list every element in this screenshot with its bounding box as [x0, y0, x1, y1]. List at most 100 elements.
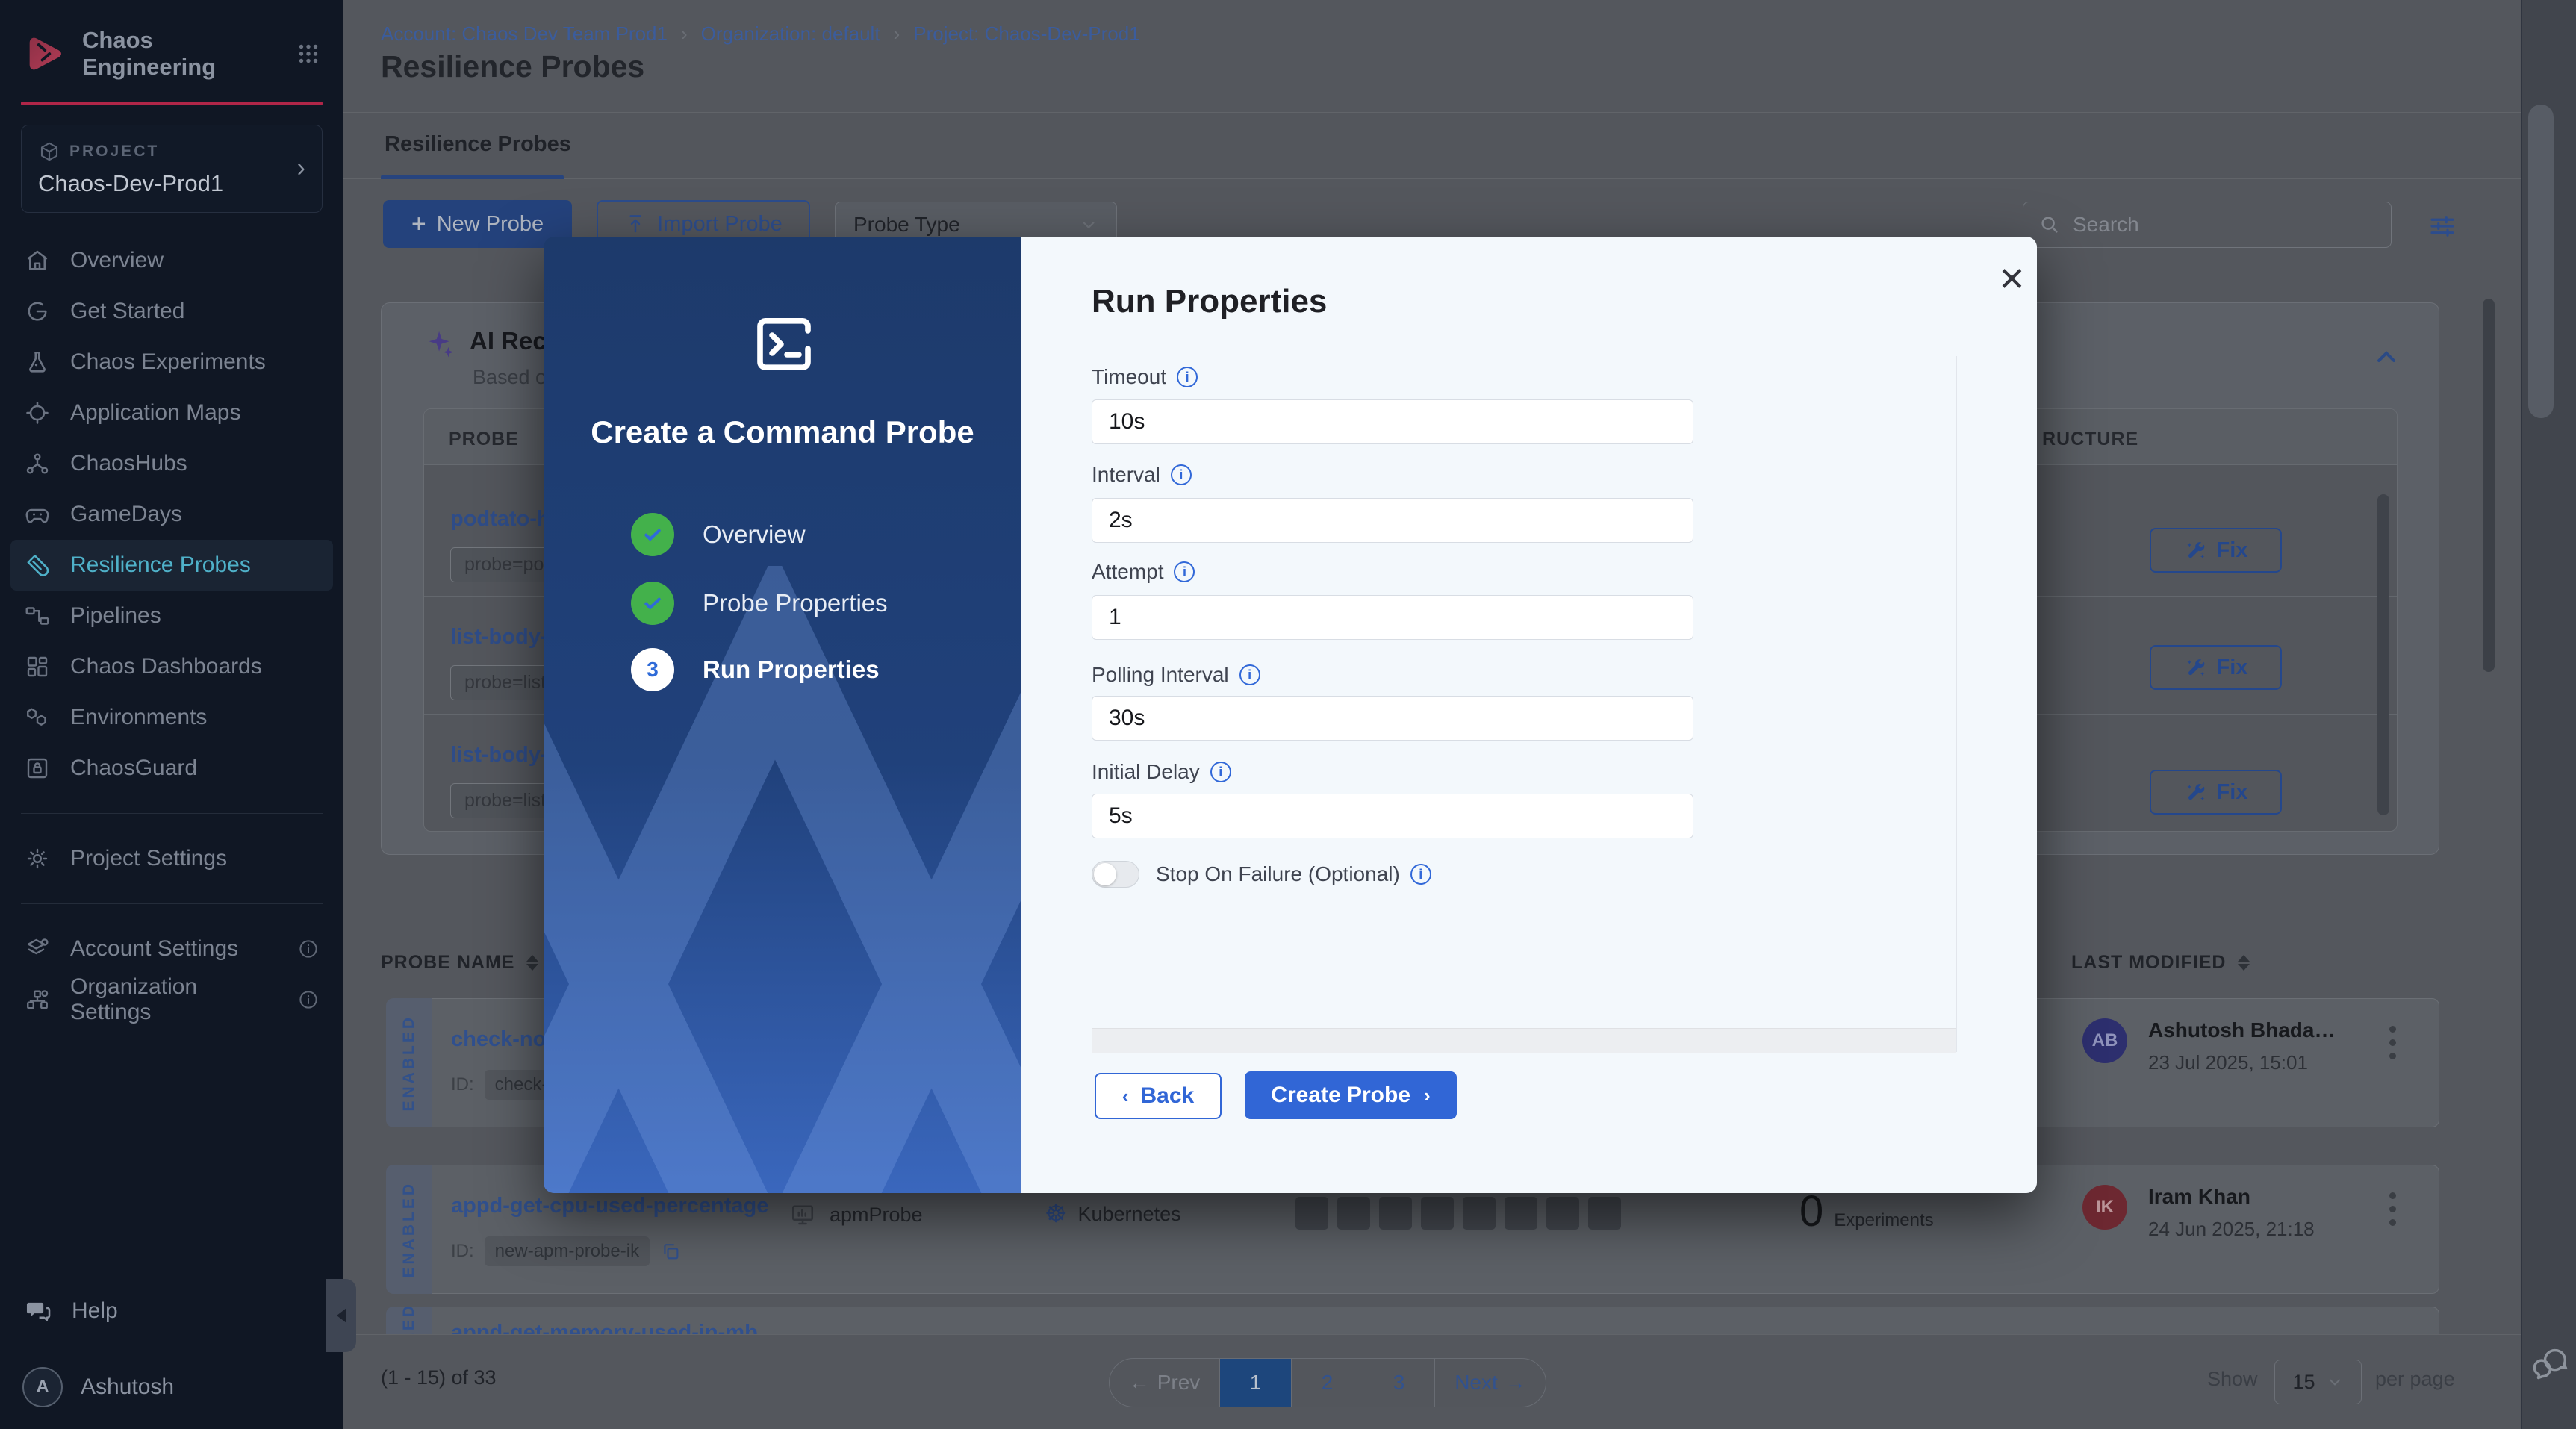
- probe-id: ID: check-: [451, 1070, 559, 1100]
- row-menu-button[interactable]: [2389, 1192, 2396, 1226]
- sidebar-item-chaosguard[interactable]: ChaosGuard: [10, 743, 333, 794]
- last-modified-cell: IK Iram Khan 24 Jun 2025, 21:18: [2082, 1185, 2315, 1241]
- sidebar-item-account-settings[interactable]: Account Settings: [10, 924, 333, 974]
- info-icon[interactable]: [297, 938, 320, 960]
- module-grid-icon[interactable]: [294, 40, 323, 68]
- upload-icon: [624, 213, 647, 235]
- scrollbar-thumb[interactable]: [2377, 494, 2389, 815]
- prev-page-button[interactable]: ← Prev: [1110, 1359, 1220, 1407]
- terminal-icon: [747, 308, 821, 380]
- search-input[interactable]: [2073, 213, 2376, 237]
- copy-icon[interactable]: [660, 1241, 681, 1262]
- chevron-up-icon[interactable]: [2371, 342, 2401, 372]
- probe-id: ID: new-apm-probe-ik: [451, 1236, 681, 1266]
- filter-sliders-icon[interactable]: [2427, 211, 2458, 242]
- chevron-right-icon: ›: [296, 154, 305, 182]
- next-page-button[interactable]: Next →: [1435, 1359, 1546, 1407]
- sidebar-collapse-handle[interactable]: [326, 1279, 356, 1352]
- search-box: [2023, 202, 2392, 248]
- support-chat-icon[interactable]: [2533, 1344, 2572, 1383]
- sidebar-item-environments[interactable]: Environments: [10, 692, 333, 743]
- help-button[interactable]: ? Help: [0, 1287, 343, 1335]
- arrow-right-icon: →: [1505, 1371, 1526, 1394]
- sidebar-item-label: Account Settings: [70, 936, 239, 961]
- polling-interval-input[interactable]: [1092, 696, 1693, 741]
- project-name: Chaos-Dev-Prod1: [38, 170, 224, 196]
- chevron-down-icon: [2326, 1373, 2344, 1391]
- sidebar-item-label: Application Maps: [70, 400, 241, 425]
- sidebar-item-label: Resilience Probes: [70, 552, 251, 577]
- gear-icon: [24, 845, 51, 872]
- sidebar-item-project-settings[interactable]: Project Settings: [10, 833, 333, 884]
- user-menu[interactable]: A Ashutosh: [0, 1363, 343, 1411]
- page-button-1[interactable]: 1: [1220, 1359, 1292, 1407]
- row-menu-button[interactable]: [2389, 1026, 2396, 1059]
- info-icon[interactable]: i: [1170, 464, 1192, 485]
- interval-input[interactable]: [1092, 498, 1693, 543]
- timeout-input[interactable]: [1092, 399, 1693, 444]
- sidebar-item-resilience-probes[interactable]: Resilience Probes: [10, 540, 333, 591]
- sidebar-item-label: Overview: [70, 248, 164, 273]
- attempt-input[interactable]: [1092, 595, 1693, 640]
- column-header-probe-name[interactable]: PROBE NAME: [381, 952, 539, 974]
- page-size-select[interactable]: 15: [2274, 1360, 2362, 1404]
- sidebar-item-label: Environments: [70, 705, 208, 729]
- probe-name-link[interactable]: appd-get-cpu-used-percentage: [451, 1194, 768, 1218]
- probe-name-link[interactable]: check-nol: [451, 1027, 552, 1052]
- ai-probe-link[interactable]: podtato-h: [450, 507, 550, 532]
- fix-button[interactable]: Fix: [2150, 528, 2282, 573]
- probe-type-cell: apmProbe: [789, 1201, 923, 1228]
- ai-probe-link[interactable]: list-body-: [450, 743, 548, 768]
- breadcrumb-organization[interactable]: Organization: default: [701, 22, 880, 46]
- stop-on-failure-toggle[interactable]: [1092, 861, 1139, 888]
- sidebar-item-pipelines[interactable]: Pipelines: [10, 591, 333, 641]
- sidebar-item-organization-settings[interactable]: Organization Settings: [10, 974, 333, 1025]
- wizard-step-overview[interactable]: Overview: [631, 513, 806, 556]
- info-icon[interactable]: i: [1239, 664, 1260, 685]
- scrollbar-thumb[interactable]: [2528, 105, 2554, 418]
- initial-delay-input[interactable]: [1092, 794, 1693, 838]
- sidebar-item-get-started[interactable]: Get Started: [10, 286, 333, 337]
- breadcrumb-account[interactable]: Account: Chaos Dev Team Prod1: [381, 22, 668, 46]
- form-scroll-track[interactable]: [1956, 356, 1979, 1052]
- sidebar-item-chaos-dashboards[interactable]: Chaos Dashboards: [10, 641, 333, 692]
- sidebar-item-gamedays[interactable]: GameDays: [10, 489, 333, 540]
- tab-resilience-probes[interactable]: Resilience Probes: [385, 132, 571, 157]
- sidebar-item-chaoshubs[interactable]: ChaosHubs: [10, 438, 333, 489]
- page-button-2[interactable]: 2: [1292, 1359, 1363, 1407]
- sidebar-item-overview[interactable]: Overview: [10, 235, 333, 286]
- wrench-sparkle-icon: [2184, 780, 2208, 804]
- last-modified-cell: AB Ashutosh Bhada… 23 Jul 2025, 15:01: [2082, 1018, 2335, 1074]
- info-icon[interactable]: [297, 989, 320, 1011]
- fix-button[interactable]: Fix: [2150, 770, 2282, 815]
- gamepad-icon: [24, 501, 51, 528]
- info-icon[interactable]: i: [1410, 864, 1431, 885]
- ai-probe-link[interactable]: list-body-: [450, 625, 548, 650]
- sidebar-bottom: ? Help A Ashutosh: [0, 1260, 343, 1429]
- close-icon[interactable]: ✕: [1998, 264, 2026, 296]
- create-probe-button[interactable]: Create Probe ›: [1245, 1071, 1457, 1119]
- page-button-3[interactable]: 3: [1363, 1359, 1435, 1407]
- sidebar: Chaos Engineering PROJECT Chaos-Dev-Prod…: [0, 0, 343, 1429]
- sidebar-item-application-maps[interactable]: Application Maps: [10, 387, 333, 438]
- wizard-step-run-properties[interactable]: 3 Run Properties: [631, 648, 880, 691]
- sidebar-item-label: ChaosGuard: [70, 756, 198, 780]
- experiments-count: 0: [1799, 1187, 1824, 1236]
- breadcrumb-project[interactable]: Project: Chaos-Dev-Prod1: [913, 22, 1139, 46]
- step-done-icon: [631, 513, 674, 556]
- project-selector[interactable]: PROJECT Chaos-Dev-Prod1 ›: [21, 125, 323, 213]
- browser-scrollbar[interactable]: [2521, 0, 2576, 1429]
- wizard-step-probe-properties[interactable]: Probe Properties: [631, 582, 888, 625]
- column-header-last-modified[interactable]: LAST MODIFIED: [2071, 952, 2250, 974]
- ai-col-probe: PROBE: [449, 429, 519, 449]
- info-icon[interactable]: i: [1174, 561, 1195, 582]
- sidebar-item-chaos-experiments[interactable]: Chaos Experiments: [10, 337, 333, 387]
- info-icon[interactable]: i: [1177, 367, 1198, 387]
- fix-button[interactable]: Fix: [2150, 645, 2282, 690]
- experiments-label: Experiments: [1834, 1210, 1934, 1230]
- layers-gear-icon: [24, 935, 51, 962]
- breadcrumb-separator: ›: [893, 22, 900, 45]
- info-icon[interactable]: i: [1210, 762, 1231, 782]
- scrollbar-thumb[interactable]: [2483, 299, 2495, 672]
- back-button[interactable]: ‹ Back: [1095, 1073, 1222, 1119]
